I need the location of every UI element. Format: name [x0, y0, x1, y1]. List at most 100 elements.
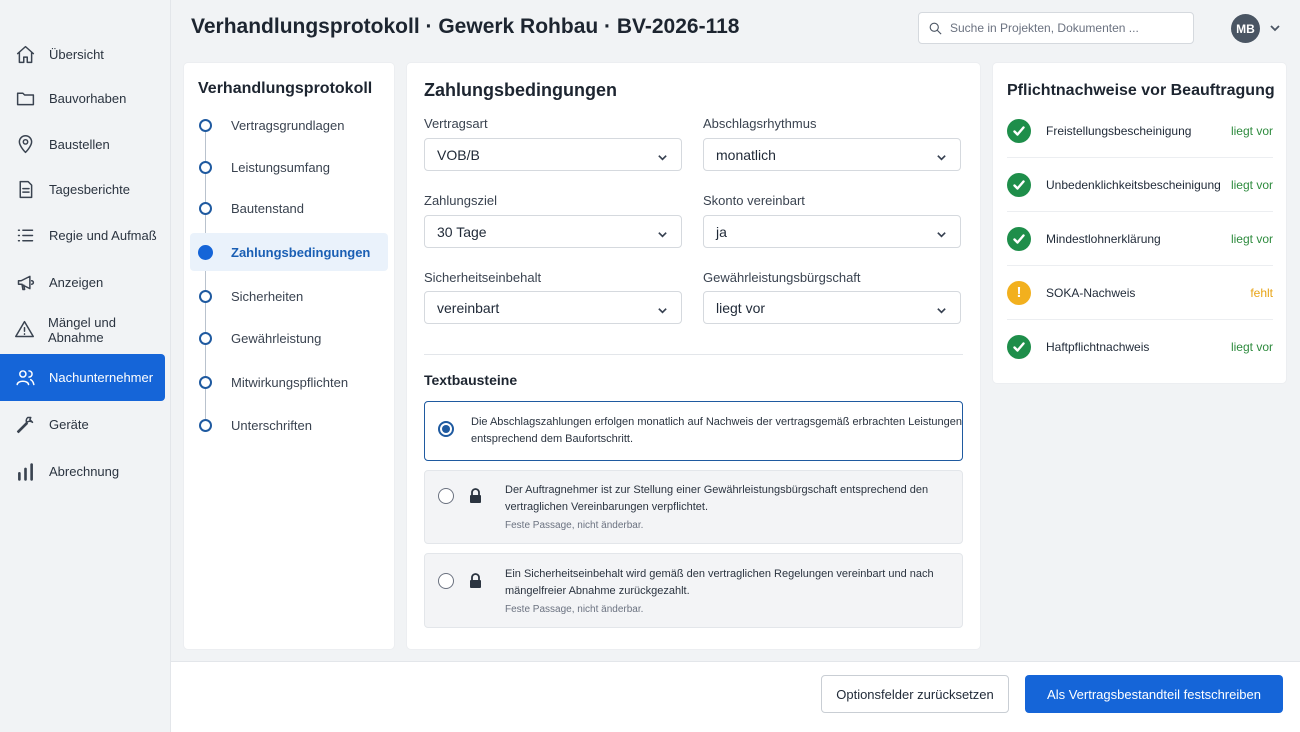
users-icon	[14, 367, 36, 389]
step-unterschriften[interactable]: Unterschriften	[190, 406, 388, 444]
check-icon	[1007, 335, 1031, 359]
sidebar-item-label: Geräte	[49, 417, 89, 432]
chevron-down-icon	[936, 303, 947, 314]
requirement-row: ! SOKA-Nachweis fehlt	[1007, 266, 1273, 320]
radio-button[interactable]	[438, 488, 454, 504]
sidebar-item-bauvorhaben[interactable]: Bauvorhaben	[0, 75, 165, 122]
select-sicherheitseinbehalt[interactable]: vereinbart	[424, 291, 682, 324]
sidebar-item-label: Baustellen	[49, 137, 110, 152]
select-value: liegt vor	[716, 299, 766, 316]
step-bautenstand[interactable]: Bautenstand	[190, 189, 388, 227]
step-dot	[199, 418, 212, 432]
field-label-skonto: Skonto vereinbart	[703, 193, 805, 208]
field-label-vertragsart: Vertragsart	[424, 116, 488, 131]
sidebar-item-tagesberichte[interactable]: Tagesberichte	[0, 166, 165, 213]
chevron-down-icon	[657, 227, 668, 238]
commit-contract-button[interactable]: Als Vertragsbestandteil festschreiben	[1025, 675, 1283, 713]
search-input[interactable]: Suche in Projekten, Dokumenten ...	[918, 12, 1194, 44]
sidebar-item-abrechnung[interactable]: Abrechnung	[0, 448, 165, 495]
check-icon	[1007, 172, 1031, 197]
sidebar-item-nachunternehmer[interactable]: Nachunternehmer	[0, 354, 165, 401]
bar-chart-icon	[14, 461, 36, 483]
textblock-line: Ein Sicherheitseinbehalt wird gemäß den …	[505, 568, 934, 580]
select-value: monatlich	[716, 146, 776, 163]
step-label: Zahlungsbedingungen	[231, 244, 371, 260]
step-dot	[199, 118, 212, 132]
select-vertragsart[interactable]: VOB/B	[424, 138, 682, 171]
textblock-note: Feste Passage, nicht änderbar.	[505, 520, 644, 531]
step-label: Bautenstand	[231, 200, 305, 216]
step-label: Unterschriften	[231, 417, 312, 433]
chevron-down-icon[interactable]	[1269, 21, 1281, 33]
step-gewaehrleistung[interactable]: Gewährleistung	[190, 319, 388, 357]
textblock-note: Feste Passage, nicht änderbar.	[505, 604, 644, 615]
sidebar-item-maengel-abnahme[interactable]: Mängel und Abnahme	[0, 306, 165, 353]
check-icon	[1007, 118, 1031, 143]
textblock-option[interactable]: Der Auftragnehmer ist zur Stellung einer…	[424, 470, 963, 544]
chevron-down-icon	[936, 227, 947, 238]
sidebar-item-label: Mängel und Abnahme	[48, 314, 116, 345]
field-label-abschlagsrhythmus: Abschlagsrhythmus	[703, 116, 817, 131]
select-zahlungsziel[interactable]: 30 Tage	[424, 215, 682, 248]
check-icon	[1007, 226, 1031, 251]
requirements-title: Pflichtnachweise vor Beauftragung	[1007, 82, 1275, 99]
step-sicherheiten[interactable]: Sicherheiten	[190, 277, 388, 315]
radio-button[interactable]	[438, 573, 454, 589]
status-badge: liegt vor	[1230, 231, 1273, 246]
sidebar-item-label: Regie und Aufmaß	[49, 228, 157, 243]
sidebar-item-geraete[interactable]: Geräte	[0, 401, 165, 448]
sidebar-item-label: Abrechnung	[49, 464, 120, 479]
textblock-line: entsprechend dem Baufortschritt.	[471, 433, 634, 445]
textblock-line: mängelfreier Abnahme zurückgezahlt.	[505, 585, 690, 597]
select-gewaehrleistungsbuergschaft[interactable]: liegt vor	[703, 291, 961, 324]
map-pin-icon	[14, 134, 36, 156]
step-dot	[199, 331, 212, 345]
warning-icon	[14, 319, 35, 341]
select-value: vereinbart	[437, 299, 500, 316]
select-value: ja	[716, 223, 727, 240]
reset-options-button[interactable]: Optionsfelder zurücksetzen	[821, 675, 1009, 713]
lock-icon	[469, 573, 482, 589]
sidebar-item-label: Anzeigen	[49, 275, 104, 290]
step-zahlungsbedingungen[interactable]: Zahlungsbedingungen	[190, 233, 388, 271]
sidebar-item-baustellen[interactable]: Baustellen	[0, 121, 165, 168]
select-value: 30 Tage	[437, 223, 487, 240]
sidebar-item-label: Nachunternehmer	[49, 370, 154, 385]
textblock-option[interactable]: Ein Sicherheitseinbehalt wird gemäß den …	[424, 553, 963, 628]
step-dot	[198, 244, 213, 260]
sidebar-item-uebersicht[interactable]: Übersicht	[0, 31, 165, 78]
chevron-down-icon	[657, 303, 668, 314]
form-title: Zahlungsbedingungen	[424, 80, 617, 100]
requirement-name: Freistellungsbescheinigung	[1046, 123, 1192, 138]
textblock-line: vertraglichen Vereinbarungen verpflichte…	[505, 501, 709, 513]
textblock-option[interactable]: Die Abschlagszahlungen erfolgen monatlic…	[424, 401, 963, 461]
select-abschlagsrhythmus[interactable]: monatlich	[703, 138, 961, 171]
sidebar-item-anzeigen[interactable]: Anzeigen	[0, 259, 165, 306]
radio-button[interactable]	[438, 421, 454, 437]
step-vertragsgrundlagen[interactable]: Vertragsgrundlagen	[190, 106, 388, 144]
requirement-name: Mindestlohnerklärung	[1046, 231, 1161, 246]
search-icon	[929, 22, 942, 35]
sidebar-item-regie-aufmass[interactable]: Regie und Aufmaß	[0, 212, 165, 259]
lock-icon	[469, 488, 482, 504]
step-dot	[199, 289, 212, 303]
requirement-row: Mindestlohnerklärung liegt vor	[1007, 212, 1273, 266]
textblock-line: Die Abschlagszahlungen erfolgen monatlic…	[471, 416, 963, 428]
avatar[interactable]: MB	[1231, 14, 1260, 43]
field-label-zahlungsziel: Zahlungsziel	[424, 193, 497, 208]
status-badge: liegt vor	[1230, 340, 1273, 354]
requirement-name: Unbedenklichkeitsbescheinigung	[1046, 177, 1221, 192]
step-label: Sicherheiten	[231, 288, 304, 304]
step-label: Leistungsumfang	[231, 159, 331, 175]
step-mitwirkungspflichten[interactable]: Mitwirkungspflichten	[190, 363, 388, 401]
folder-icon	[14, 88, 36, 110]
select-value: VOB/B	[437, 146, 480, 163]
megaphone-icon	[14, 272, 36, 294]
requirement-row: Freistellungsbescheinigung liegt vor	[1007, 104, 1273, 158]
step-leistungsumfang[interactable]: Leistungsumfang	[190, 148, 388, 186]
step-dot	[199, 375, 212, 389]
requirement-row: Unbedenklichkeitsbescheinigung liegt vor	[1007, 158, 1273, 212]
select-skonto[interactable]: ja	[703, 215, 961, 248]
requirement-row: Haftpflichtnachweis liegt vor	[1007, 320, 1273, 374]
textblocks-title: Textbausteine	[424, 372, 518, 388]
